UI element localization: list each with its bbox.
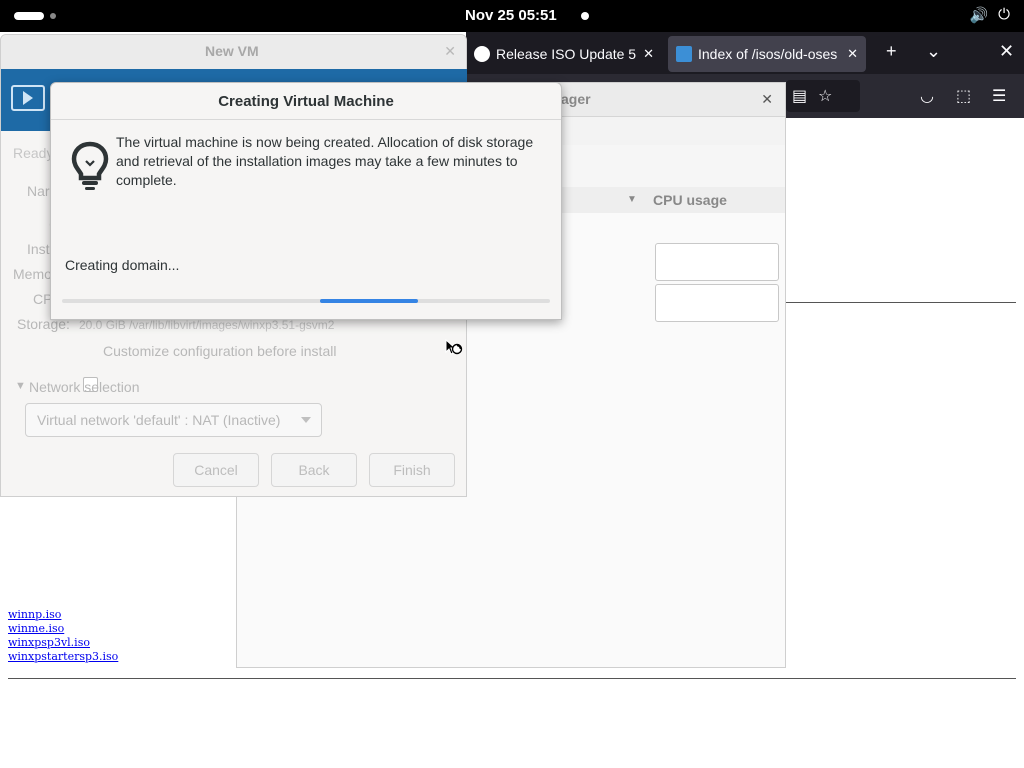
new-tab-button[interactable]: + [886,41,897,62]
network-select-value: Virtual network 'default' : NAT (Inactiv… [37,412,281,428]
expander-arrow-icon[interactable]: ▼ [15,380,26,392]
browser-tab-active[interactable]: Index of /isos/old-oses ✕ [668,36,866,72]
new-vm-titlebar: New VM ✕ [1,35,466,69]
back-button[interactable]: Back [271,453,357,487]
system-top-bar: Nov 25 05:51 🔊 ⏻ [0,0,1024,32]
customize-label: Customize configuration before install [103,343,337,359]
storage-value: 20.0 GiB /var/lib/libvirt/images/winxp3.… [79,318,335,332]
page-divider [8,678,1016,679]
chevron-down-icon [301,417,311,423]
cursor-busy-icon [445,339,463,355]
cancel-button[interactable]: Cancel [173,453,259,487]
cpu-graph [655,243,779,281]
file-link[interactable]: winnp.iso [8,608,118,622]
progress-bar-fill [319,299,419,303]
tab-title: Index of /isos/old-oses [698,46,838,62]
column-cpu-usage[interactable]: CPU usage [653,192,727,208]
close-tab-icon[interactable]: ✕ [643,46,654,62]
power-icon[interactable]: ⏻ [998,6,1010,24]
browser-tab-strip: Release ISO Update 5.0 ✕ Index of /isos/… [466,32,1024,74]
close-icon[interactable]: ✕ [761,91,773,108]
notification-dot [581,12,589,20]
dialog-title: Creating Virtual Machine [51,83,561,120]
extensions-icon[interactable]: ⬚ [956,86,971,106]
install-label: Inst [27,241,50,257]
pocket-icon[interactable]: ◡ [920,86,934,106]
browser-tab[interactable]: Release ISO Update 5.0 ✕ [466,36,662,72]
file-link[interactable]: winxpstartersp3.iso [8,650,118,664]
page-divider [786,302,1016,303]
file-link[interactable]: winxpsp3vl.iso [8,636,118,650]
close-tab-icon[interactable]: ✕ [847,46,858,62]
file-list: winnp.iso winme.iso winxpsp3vl.iso winxp… [8,608,118,664]
window-title: New VM [205,43,259,59]
lightbulb-icon [71,141,109,190]
status-text: Creating domain... [65,257,180,273]
monitor-icon [676,46,692,62]
activities-button[interactable] [14,12,44,20]
monitor-play-icon [11,85,45,111]
github-icon [474,46,490,62]
clock[interactable]: Nov 25 05:51 [465,7,557,24]
finish-button[interactable]: Finish [369,453,455,487]
network-select[interactable]: Virtual network 'default' : NAT (Inactiv… [25,403,322,437]
bookmark-star-icon[interactable]: ☆ [818,86,832,106]
window-title: ager [561,91,591,107]
name-label: Nar [27,183,50,199]
workspace-indicator[interactable] [50,13,56,19]
close-window-button[interactable]: ✕ [999,41,1014,62]
chevron-down-icon[interactable]: ▼ [627,194,637,205]
file-link[interactable]: winme.iso [8,622,118,636]
tab-list-button[interactable]: ⌄ [926,41,941,62]
menu-icon[interactable]: ☰ [992,86,1006,106]
tab-title: Release ISO Update 5.0 [496,46,638,62]
network-section-header[interactable]: Network selection [29,379,140,395]
progress-bar [62,299,550,303]
dialog-message: The virtual machine is now being created… [116,134,534,188]
reader-view-icon[interactable]: ▤ [792,86,807,106]
volume-icon[interactable]: 🔊 [969,6,988,24]
memory-label: Memo [13,266,52,282]
cpu-graph [655,284,779,322]
ready-label: Ready [13,145,54,161]
system-tray[interactable]: 🔊 ⏻ [969,6,1010,24]
creating-vm-dialog: Creating Virtual Machine The virtual mac… [50,82,562,320]
close-icon[interactable]: ✕ [444,43,456,60]
